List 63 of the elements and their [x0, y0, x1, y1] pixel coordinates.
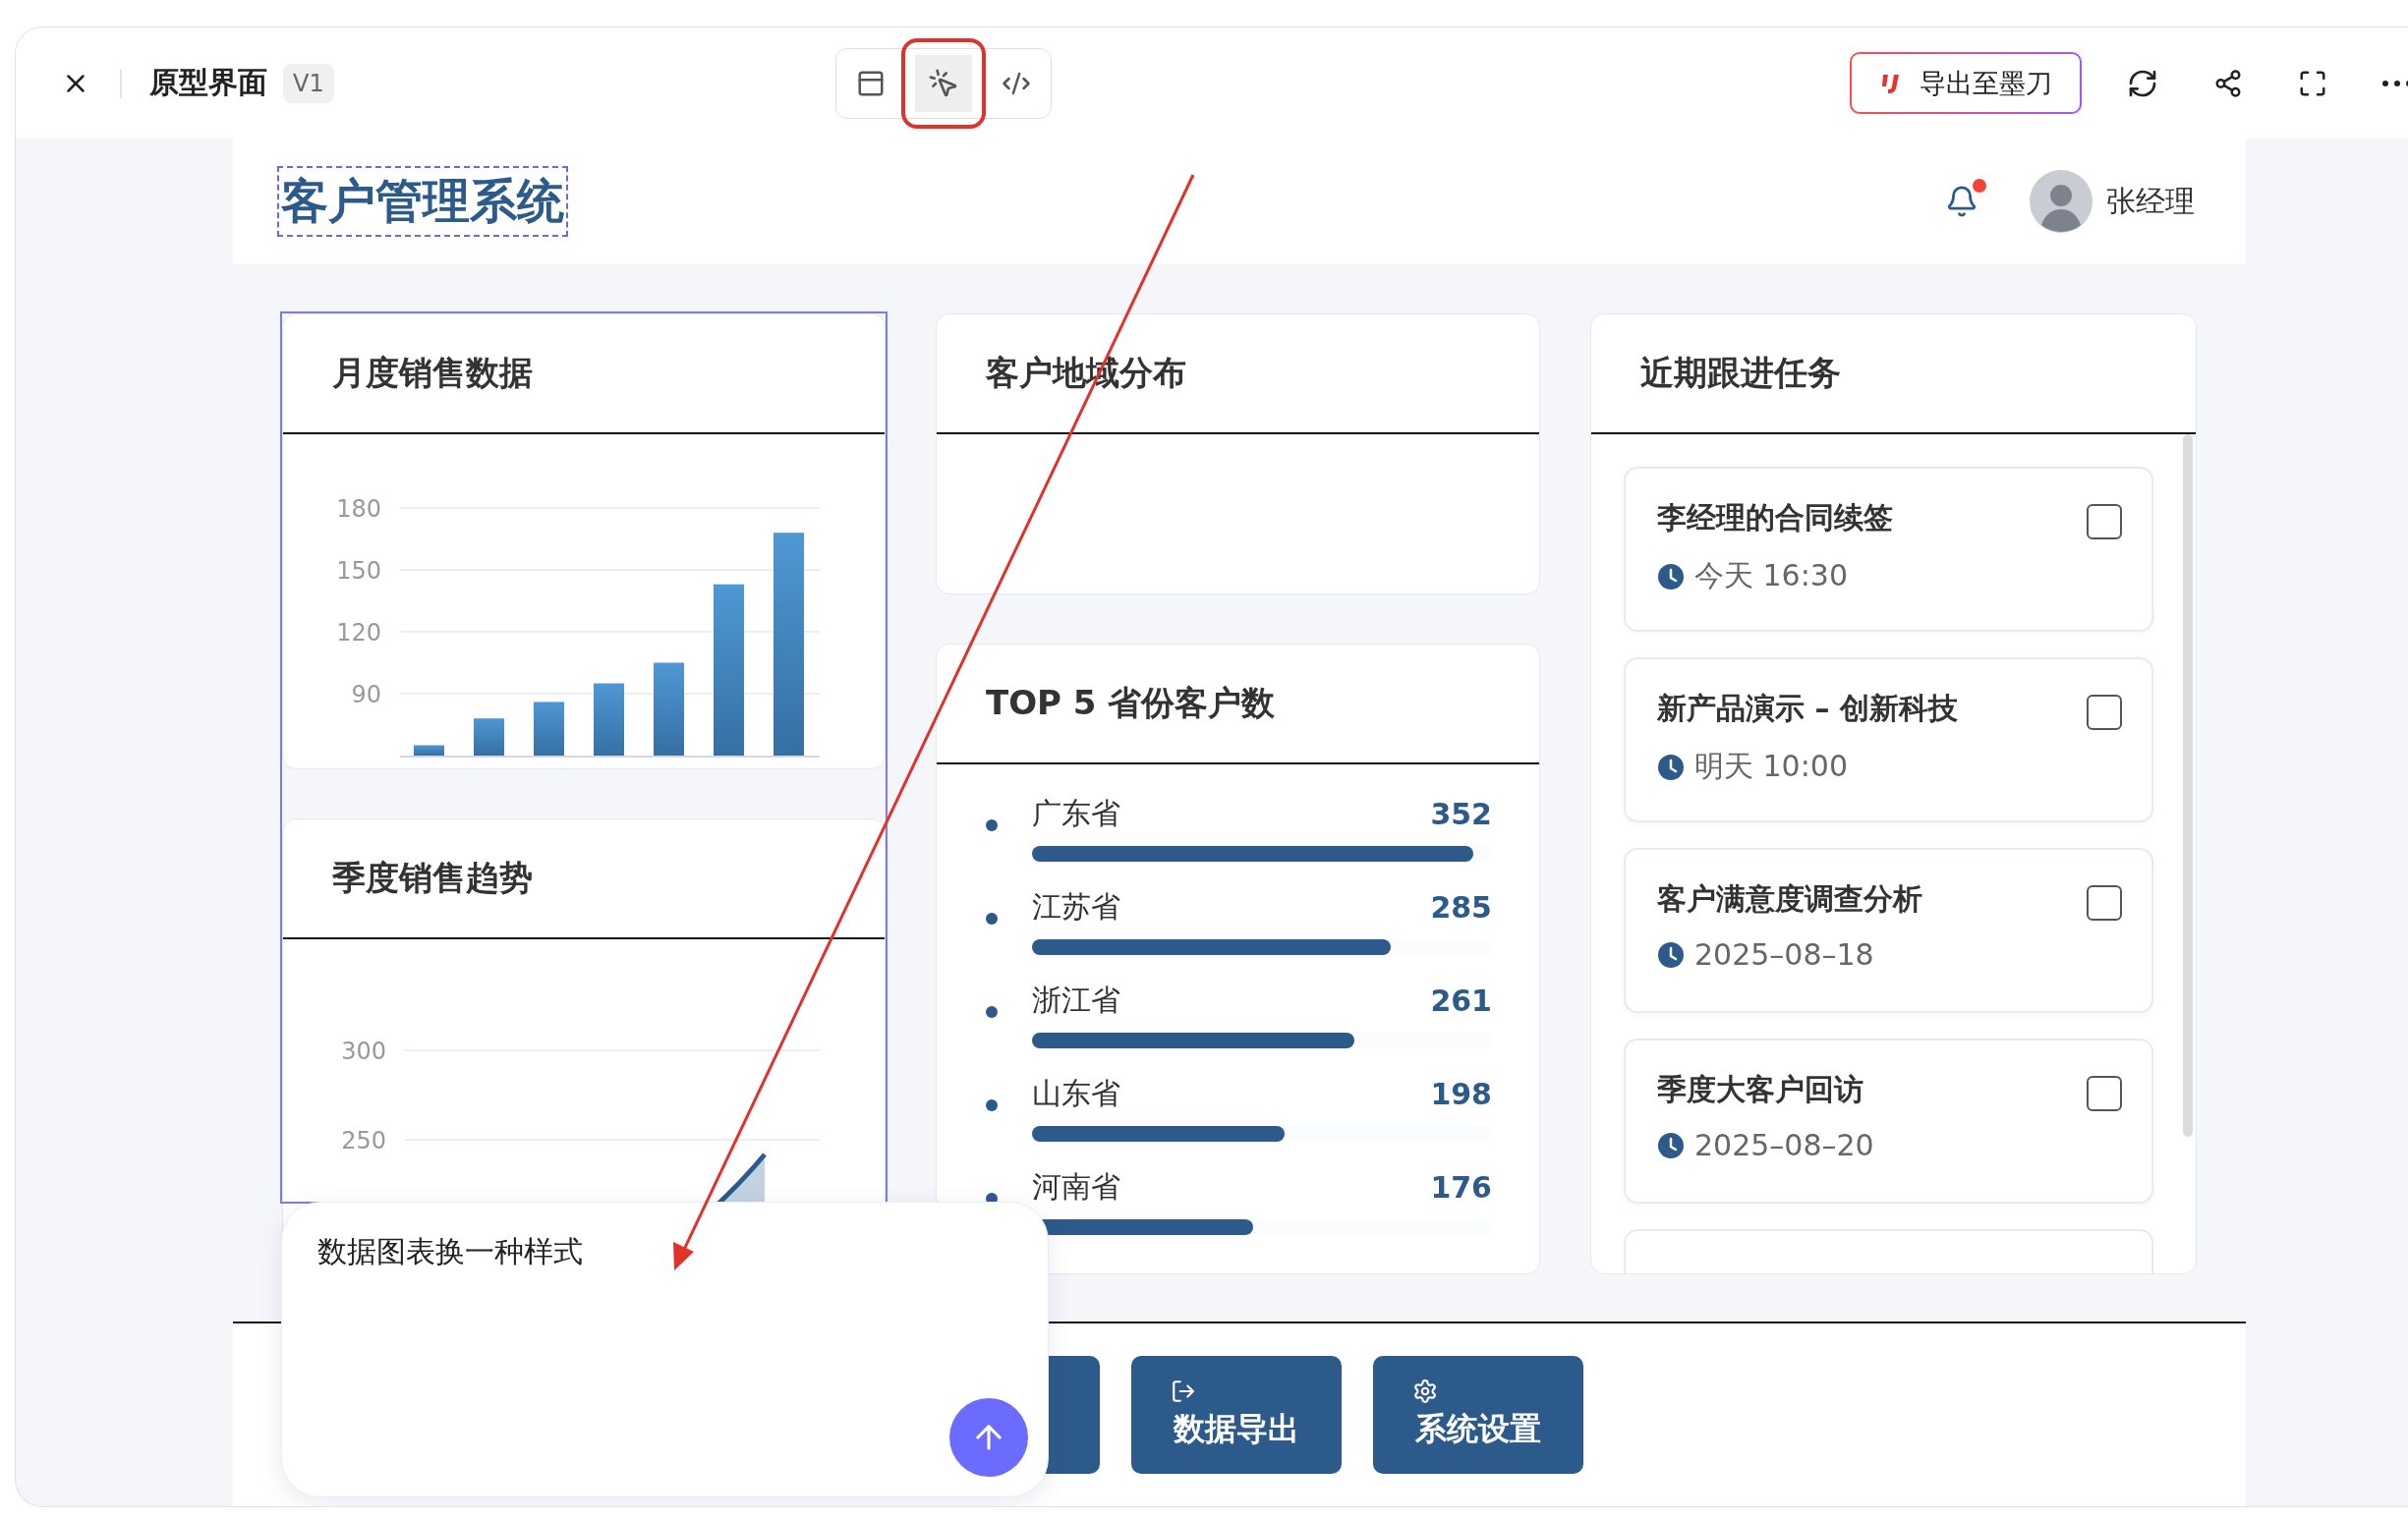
- province-name: 广东省: [1032, 795, 1120, 832]
- task-card[interactable]: 客户满意度调查分析 2025–08–18: [1624, 848, 2153, 1013]
- bar: [414, 745, 444, 756]
- pointer-click-icon: [927, 67, 959, 99]
- card-title: 近期跟进任务: [1640, 352, 1841, 394]
- axis-label: 120: [336, 619, 381, 647]
- action-button[interactable]: 系统设置: [1373, 1356, 1583, 1474]
- user-name: 张经理: [2106, 182, 2195, 220]
- axis-label: 250: [341, 1127, 386, 1154]
- share-icon: [2213, 68, 2243, 98]
- bullet: [986, 1099, 998, 1111]
- mode-button[interactable]: [900, 37, 986, 129]
- card-title: TOP 5 省份客户数: [986, 682, 1276, 724]
- task-due: 明天 10:00: [1694, 748, 1848, 785]
- card-title: 季度销售趋势: [332, 857, 533, 899]
- checkbox[interactable]: [2087, 885, 2122, 921]
- province-name: 浙江省: [1032, 982, 1120, 1019]
- prompt-dialog[interactable]: 数据图表换一种样式: [281, 1202, 1049, 1497]
- task-title: 客户满意度调查分析: [1657, 880, 1922, 918]
- axis-label: 150: [336, 557, 381, 585]
- customer-count: 261: [1430, 984, 1492, 1018]
- task-title: 新产品演示 – 创新科技: [1657, 690, 1958, 727]
- settings-icon: [1412, 1378, 1438, 1404]
- version-badge: V1: [283, 63, 334, 103]
- card-title: 月度销售数据: [332, 352, 533, 394]
- avatar: [2030, 170, 2093, 233]
- bullet: [986, 819, 998, 831]
- window-title: 原型界面: [149, 64, 267, 101]
- checkbox[interactable]: [2087, 695, 2122, 730]
- scrollbar[interactable]: [2183, 434, 2193, 1137]
- checkbox[interactable]: [2087, 1076, 2122, 1111]
- axis-label: 300: [341, 1038, 386, 1065]
- bell-icon: [1945, 185, 1978, 218]
- customer-count: 176: [1430, 1170, 1492, 1205]
- bullet: [986, 913, 998, 925]
- task-title: 季度大客户回访: [1657, 1071, 1864, 1108]
- province-name: 江苏省: [1032, 888, 1120, 926]
- export-button[interactable]: 导出至墨刀: [1850, 52, 2082, 114]
- axis-label: 90: [351, 681, 381, 708]
- clock-icon: [1657, 562, 1685, 591]
- clock-icon: [1657, 753, 1685, 781]
- prompt-field[interactable]: 数据图表换一种样式: [317, 1232, 1012, 1389]
- axis-label: 180: [336, 495, 381, 523]
- task-due: 2025–08–20: [1694, 1128, 1874, 1162]
- checkbox[interactable]: [2087, 504, 2122, 539]
- task-card[interactable]: 新产品演示 – 创新科技 明天 10:00: [1624, 657, 2153, 822]
- bar: [474, 718, 504, 756]
- customer-count: 198: [1430, 1077, 1492, 1111]
- bar: [534, 702, 564, 756]
- bullet: [986, 1006, 998, 1018]
- task-title: 李经理的合同续签: [1657, 499, 1893, 536]
- clock-icon: [1657, 940, 1685, 969]
- export-icon: [1171, 1378, 1196, 1404]
- customer-count: 285: [1430, 890, 1492, 925]
- task-due: 今天 16:30: [1694, 557, 1848, 594]
- more-icon: [2382, 80, 2408, 86]
- action-button[interactable]: 数据导出: [1131, 1356, 1342, 1474]
- task-card[interactable]: 季度大客户回访 2025–08–20: [1624, 1039, 2153, 1204]
- province-name: 山东省: [1032, 1075, 1120, 1112]
- task-due: 2025–08–18: [1694, 937, 1874, 972]
- customer-count: 352: [1430, 797, 1492, 831]
- task-card[interactable]: 李经理的合同续签 今天 16:30: [1624, 467, 2153, 632]
- clock-icon: [1657, 1131, 1685, 1159]
